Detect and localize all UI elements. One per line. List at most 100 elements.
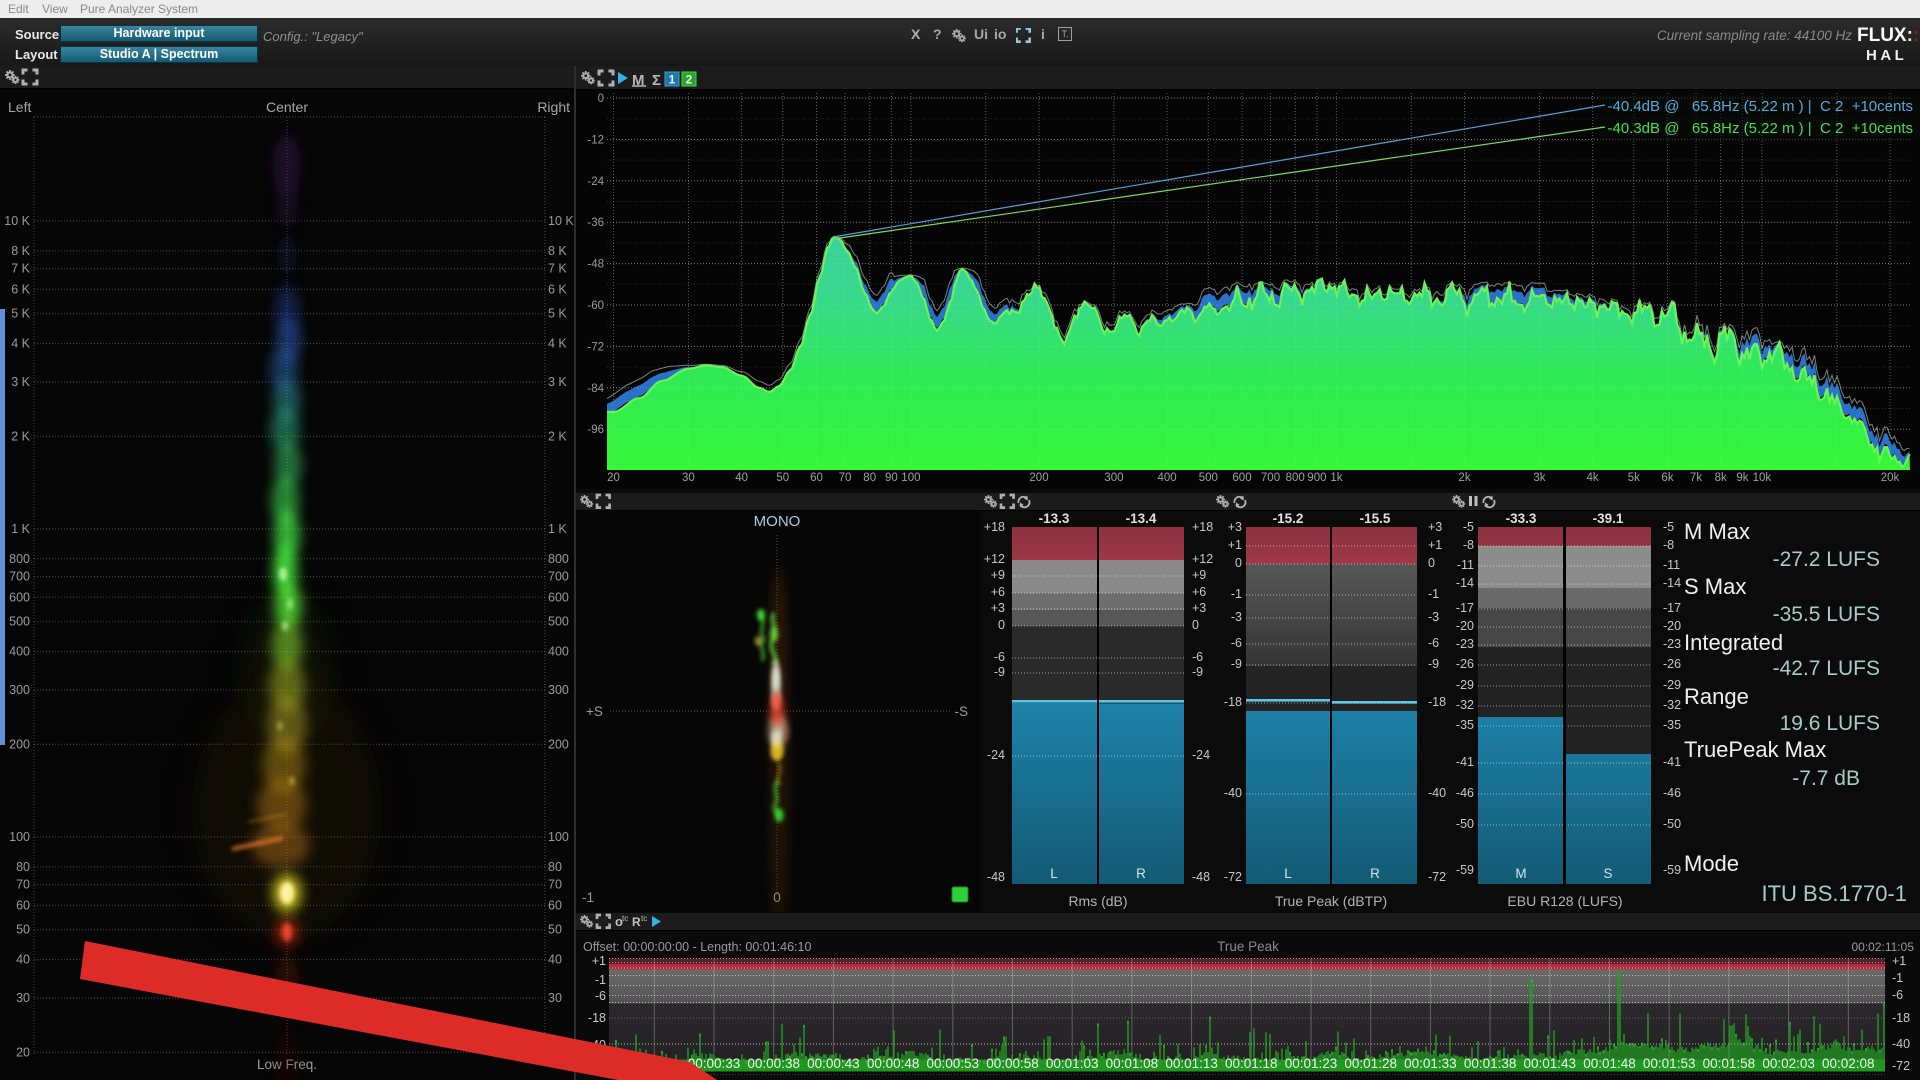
svg-text:00:01:48: 00:01:48 xyxy=(1583,1056,1636,1071)
svg-text:70: 70 xyxy=(839,472,852,484)
svg-text:0: 0 xyxy=(598,93,604,105)
svg-text:00:01:53: 00:01:53 xyxy=(1643,1056,1696,1071)
svg-text:-29: -29 xyxy=(1663,678,1681,692)
svg-text:00:00:33: 00:00:33 xyxy=(688,1056,741,1071)
svg-text:800: 800 xyxy=(548,552,569,566)
svg-text:2 K: 2 K xyxy=(11,429,30,443)
svg-text:9k: 9k xyxy=(1736,472,1748,484)
svg-text:+1: +1 xyxy=(1428,538,1442,552)
svg-text:-84: -84 xyxy=(587,383,604,395)
svg-text:-1: -1 xyxy=(595,973,606,987)
svg-text:00:00:43: 00:00:43 xyxy=(807,1056,860,1071)
svg-text:60: 60 xyxy=(548,898,562,912)
svg-text:00:01:23: 00:01:23 xyxy=(1285,1056,1338,1071)
svg-text:-24: -24 xyxy=(987,748,1005,762)
svg-text:-35.5 LUFS: -35.5 LUFS xyxy=(1773,603,1880,626)
svg-text:+6: +6 xyxy=(991,585,1005,599)
svg-text:-18: -18 xyxy=(1892,1011,1910,1025)
svg-text:300: 300 xyxy=(548,683,569,697)
svg-text:-46: -46 xyxy=(1456,786,1474,800)
svg-text:6k: 6k xyxy=(1661,472,1673,484)
svg-text:Σ: Σ xyxy=(652,72,661,89)
svg-text:Integrated: Integrated xyxy=(1684,630,1783,655)
svg-text:50: 50 xyxy=(16,923,30,937)
svg-text:80: 80 xyxy=(863,472,876,484)
svg-text:-48: -48 xyxy=(987,870,1005,884)
svg-text:800: 800 xyxy=(1286,472,1305,484)
svg-text:200: 200 xyxy=(1029,472,1048,484)
svg-text:Center: Center xyxy=(266,99,308,115)
svg-text:00:01:43: 00:01:43 xyxy=(1524,1056,1577,1071)
svg-text:-8: -8 xyxy=(1463,538,1474,552)
svg-text:-72: -72 xyxy=(1224,870,1242,884)
svg-text:+6: +6 xyxy=(1192,585,1206,599)
svg-text:-8: -8 xyxy=(1663,538,1674,552)
svg-text:-6: -6 xyxy=(1192,650,1203,664)
svg-text:-27.2 LUFS: -27.2 LUFS xyxy=(1773,548,1880,571)
svg-text:100: 100 xyxy=(901,472,920,484)
svg-text:-18: -18 xyxy=(588,1011,606,1025)
svg-text:L: L xyxy=(1284,866,1292,881)
svg-text:7 K: 7 K xyxy=(11,262,30,276)
svg-text:-32: -32 xyxy=(1456,698,1474,712)
svg-text:5 K: 5 K xyxy=(548,307,567,321)
svg-text:-13.3: -13.3 xyxy=(1039,511,1070,526)
svg-text:6 K: 6 K xyxy=(11,282,30,296)
svg-text:20k: 20k xyxy=(1881,472,1900,484)
svg-text:0: 0 xyxy=(1192,618,1199,632)
svg-text:-40: -40 xyxy=(1224,786,1242,800)
svg-text:-6: -6 xyxy=(595,989,606,1003)
svg-text:-40.4dB @ 65.8Hz (5.22 m ) |: -40.4dB @ 65.8Hz (5.22 m ) | C 2 +10cent… xyxy=(1607,98,1913,115)
svg-text:Mode: Mode xyxy=(1684,851,1739,876)
svg-text:R: R xyxy=(1136,866,1146,881)
svg-text:2 K: 2 K xyxy=(548,429,567,443)
svg-text:1: 1 xyxy=(669,73,676,87)
svg-text:00:01:03: 00:01:03 xyxy=(1046,1056,1099,1071)
svg-text:70: 70 xyxy=(16,878,30,892)
svg-text:-32: -32 xyxy=(1663,698,1681,712)
svg-text:-9: -9 xyxy=(994,665,1005,679)
svg-text:-6: -6 xyxy=(1428,636,1439,650)
svg-text:00:01:18: 00:01:18 xyxy=(1225,1056,1278,1071)
svg-text:300: 300 xyxy=(1104,472,1123,484)
svg-text:10k: 10k xyxy=(1753,472,1772,484)
svg-text:Range: Range xyxy=(1684,684,1749,709)
svg-text:5 K: 5 K xyxy=(11,307,30,321)
svg-text:-20: -20 xyxy=(1456,619,1474,633)
svg-text:400: 400 xyxy=(9,645,30,659)
svg-text:00:01:38: 00:01:38 xyxy=(1464,1056,1517,1071)
svg-text:-1: -1 xyxy=(1428,587,1439,601)
svg-text:4 K: 4 K xyxy=(548,337,567,351)
svg-text:TruePeak Max: TruePeak Max xyxy=(1684,737,1826,762)
svg-text:10 K: 10 K xyxy=(4,214,30,228)
svg-text:400: 400 xyxy=(1158,472,1177,484)
svg-text:-50: -50 xyxy=(1663,817,1681,831)
svg-text:+1: +1 xyxy=(1892,954,1906,968)
svg-text:30: 30 xyxy=(682,472,695,484)
svg-text:4k: 4k xyxy=(1587,472,1599,484)
svg-text:+9: +9 xyxy=(1192,568,1206,582)
svg-text:-50: -50 xyxy=(1456,817,1474,831)
svg-text:-18: -18 xyxy=(1224,695,1242,709)
svg-text:Left: Left xyxy=(8,99,31,115)
svg-text:3 K: 3 K xyxy=(11,375,30,389)
svg-text:-6: -6 xyxy=(1892,988,1903,1002)
svg-text:2: 2 xyxy=(686,73,693,87)
svg-text:-72: -72 xyxy=(1892,1059,1910,1073)
svg-text:5k: 5k xyxy=(1628,472,1640,484)
svg-text:ITU BS.1770-1: ITU BS.1770-1 xyxy=(1761,881,1907,906)
svg-text:MONO: MONO xyxy=(754,513,801,530)
svg-text:00:01:08: 00:01:08 xyxy=(1106,1056,1159,1071)
svg-text:-18: -18 xyxy=(1428,695,1446,709)
svg-text:-14: -14 xyxy=(1663,576,1681,590)
svg-text:-26: -26 xyxy=(1456,657,1474,671)
svg-text:-40: -40 xyxy=(1892,1037,1910,1051)
svg-text:10 K: 10 K xyxy=(548,214,574,228)
svg-text:20: 20 xyxy=(548,1045,562,1059)
svg-text:-59: -59 xyxy=(1663,863,1681,877)
svg-text:900: 900 xyxy=(1307,472,1326,484)
svg-text:-35: -35 xyxy=(1456,718,1474,732)
svg-text:+9: +9 xyxy=(991,568,1005,582)
svg-text:-9: -9 xyxy=(1192,665,1203,679)
svg-text:-35: -35 xyxy=(1663,718,1681,732)
